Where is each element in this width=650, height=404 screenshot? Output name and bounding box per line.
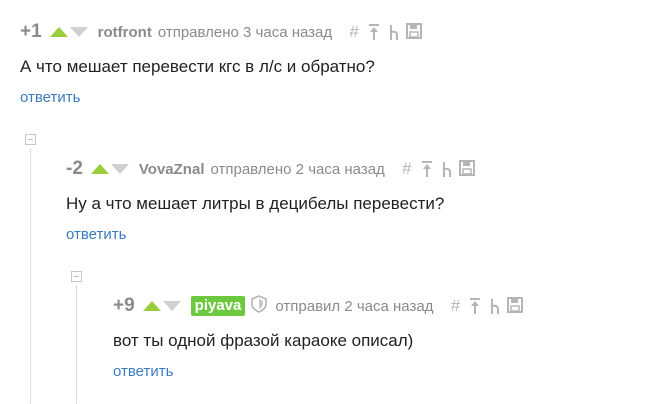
reply-link[interactable]: ответить [66,226,477,243]
comment-tools: # [344,23,424,41]
up-arrow-icon[interactable] [364,23,384,41]
vote-down-icon[interactable] [110,164,129,174]
comment-meta: -2 VovaZnal отправлено 2 часа назад # [66,158,477,180]
vote-down-icon[interactable] [69,27,88,37]
comment-rating: +1 [20,21,42,42]
comment-author[interactable]: VovaZnal [139,161,205,178]
reply-link[interactable]: ответить [113,363,525,380]
shield-icon [251,294,268,318]
comment: -2 VovaZnal отправлено 2 часа назад # Ну… [66,158,477,243]
comment-rating: +9 [113,295,135,316]
thread-line[interactable] [30,149,31,404]
comment-timestamp: отправил 2 часа назад [275,297,434,315]
thread-line[interactable] [76,286,77,404]
comment-timestamp: отправлено 2 часа назад [210,160,385,178]
hash-icon[interactable]: # [445,297,465,315]
comment-text: вот ты одной фразой караоке описал) [113,331,414,350]
comment-text: А что мешает перевести кгс в л/с и обрат… [20,57,375,76]
up-arrow-icon[interactable] [417,160,437,178]
vote-up-icon[interactable] [142,301,161,311]
comment-text: Ну а что мешает литры в децибелы перевес… [66,194,445,213]
collapse-icon[interactable] [71,271,82,282]
save-icon[interactable] [505,297,525,315]
collapse-icon[interactable] [25,134,36,145]
comment-author[interactable]: piyava [190,296,246,316]
comment-author[interactable]: rotfront [98,24,152,41]
reply-link[interactable]: ответить [20,89,424,106]
save-icon[interactable] [404,23,424,41]
vote-down-icon[interactable] [162,301,181,311]
comment-timestamp: отправлено 3 часа назад [157,23,333,41]
branch-icon[interactable] [437,160,457,178]
vote-up-icon[interactable] [49,27,68,37]
branch-icon[interactable] [485,297,505,315]
comment-tools: # [397,160,477,178]
vote-up-icon[interactable] [90,164,109,174]
comment-meta: +9 piyava отправил 2 часа назад # [113,294,525,318]
hash-icon[interactable]: # [344,23,364,41]
branch-icon[interactable] [384,23,404,41]
comment-tools: # [445,297,525,315]
up-arrow-icon[interactable] [465,297,485,315]
comment-rating: -2 [66,158,83,179]
comment: +1 rotfront отправлено 3 часа назад # А … [20,21,424,106]
comment: +9 piyava отправил 2 часа назад # вот ты… [113,294,525,380]
comment-meta: +1 rotfront отправлено 3 часа назад # [20,21,424,43]
hash-icon[interactable]: # [397,160,417,178]
save-icon[interactable] [457,160,477,178]
